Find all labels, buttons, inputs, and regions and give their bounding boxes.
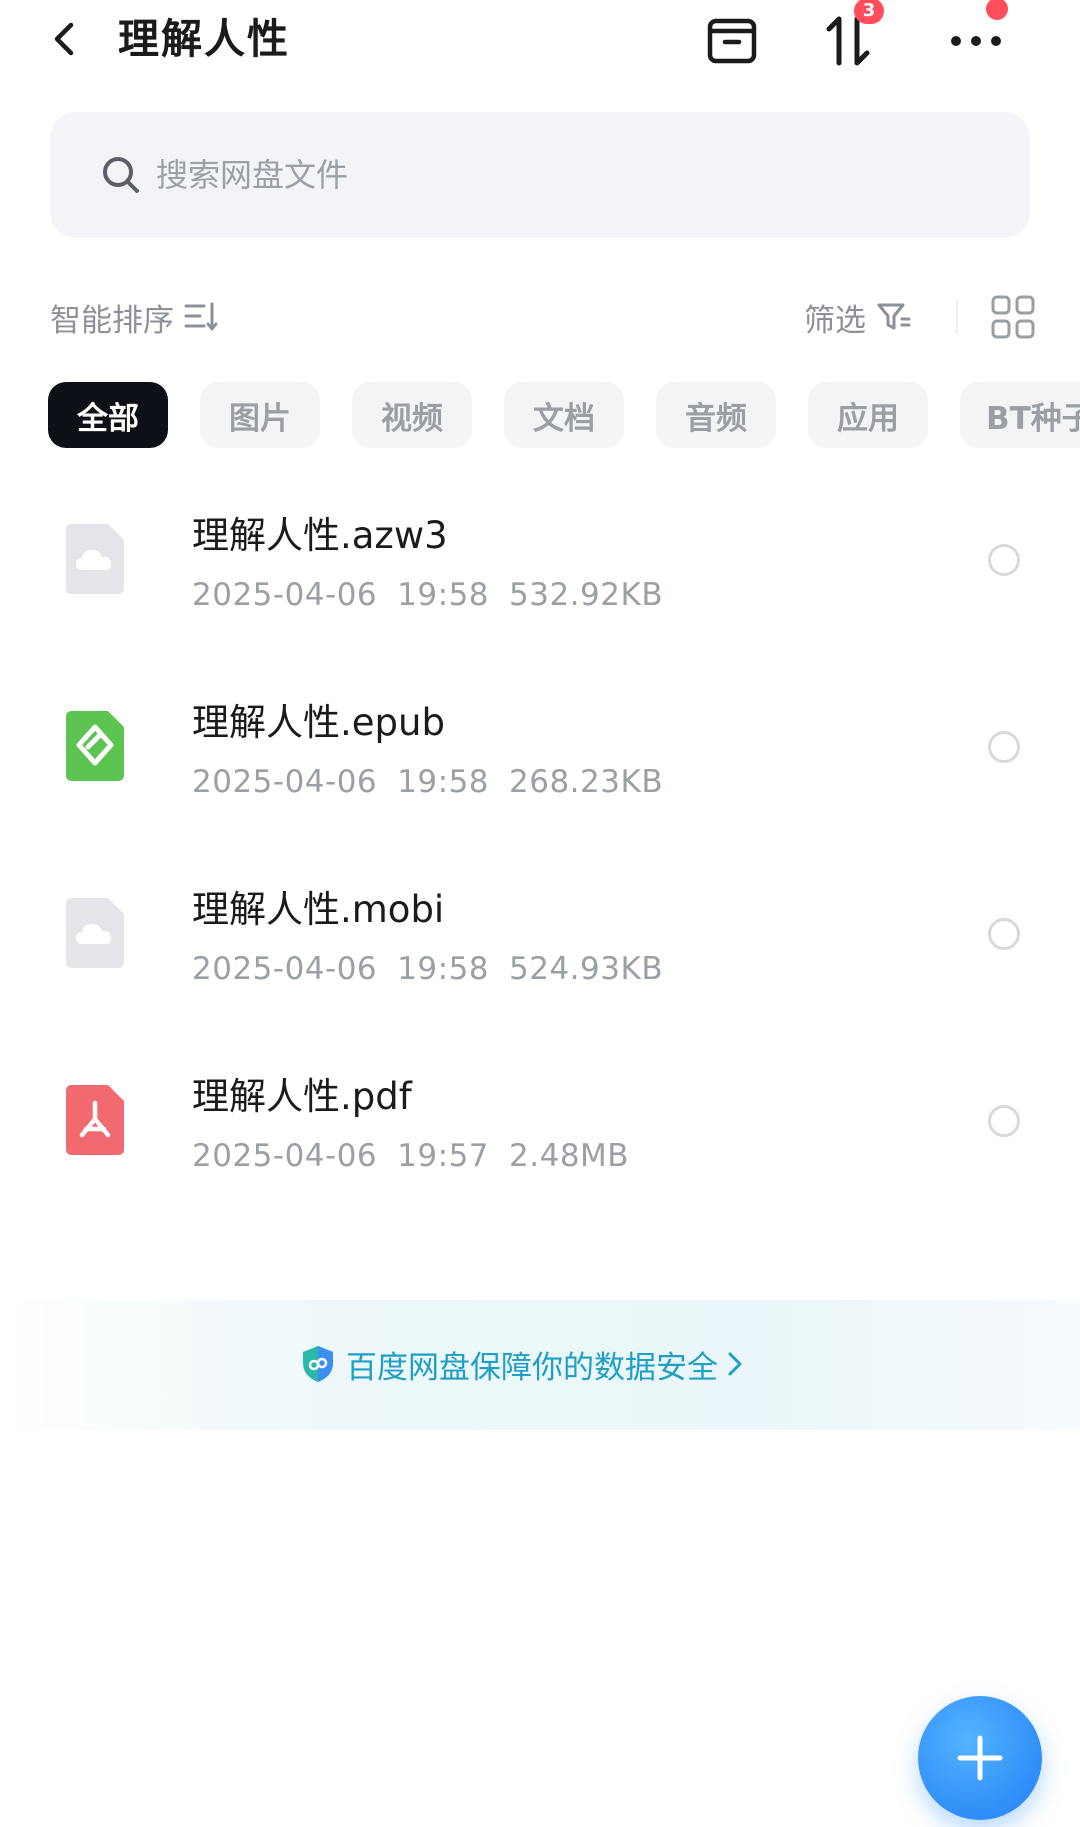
- file-row[interactable]: 理解人性.azw3 2025-04-06 19:58 532.92KB: [0, 490, 1080, 677]
- select-checkbox[interactable]: [988, 1105, 1020, 1137]
- chevron-right-icon: [728, 1352, 742, 1376]
- file-row[interactable]: 理解人性.pdf 2025-04-06 19:57 2.48MB: [0, 1051, 1080, 1238]
- search-icon: [103, 157, 139, 193]
- add-button[interactable]: [918, 1696, 1042, 1820]
- search-bar[interactable]: [50, 112, 1030, 238]
- file-list: 理解人性.azw3 2025-04-06 19:58 532.92KB 理解人性.e…: [0, 490, 1080, 1238]
- file-name: 理解人性.mobi: [192, 888, 445, 931]
- select-checkbox[interactable]: [988, 918, 1020, 950]
- safety-text: 百度网盘保障你的数据安全: [346, 1349, 718, 1386]
- file-time: 19:58: [397, 577, 490, 613]
- file-time: 19:58: [397, 951, 490, 987]
- sort-order-icon: [184, 302, 218, 331]
- archive-box-icon: [707, 18, 757, 64]
- tab-audio[interactable]: 音频: [656, 382, 776, 448]
- transfer-button[interactable]: 3: [818, 0, 884, 70]
- file-date: 2025-04-06: [192, 577, 378, 613]
- file-meta: 2025-04-06 19:57 2.48MB: [192, 1135, 649, 1177]
- filter-button[interactable]: 筛选: [804, 292, 912, 342]
- pdf-file-icon: [66, 1085, 124, 1155]
- more-button[interactable]: [946, 0, 1008, 70]
- notification-dot: [986, 0, 1008, 20]
- file-name: 理解人性.pdf: [192, 1075, 412, 1118]
- select-checkbox[interactable]: [988, 731, 1020, 763]
- file-meta: 2025-04-06 19:58 268.23KB: [192, 761, 683, 803]
- file-name: 理解人性.azw3: [192, 514, 448, 557]
- epub-file-icon: [66, 711, 124, 781]
- file-meta: 2025-04-06 19:58 524.93KB: [192, 948, 683, 990]
- sort-label: 智能排序: [50, 302, 174, 339]
- search-input[interactable]: [156, 156, 976, 194]
- cloud-file-icon: [66, 524, 124, 594]
- file-date: 2025-04-06: [192, 951, 378, 987]
- toolbar-divider: [956, 300, 958, 334]
- more-dots-icon: [951, 36, 1001, 46]
- file-name: 理解人性.epub: [192, 701, 445, 744]
- tab-images[interactable]: 图片: [200, 382, 320, 448]
- file-date: 2025-04-06: [192, 764, 378, 800]
- file-time: 19:58: [397, 764, 490, 800]
- category-tabs: 全部 图片 视频 文档 音频 应用 BT种子: [48, 382, 1080, 448]
- tab-all[interactable]: 全部: [48, 382, 168, 448]
- file-folder-screen: 理解人性 3 搜索网盘文件 智能排序 筛选 全部 图片 视频 文档 音频 应用 …: [0, 0, 1080, 1827]
- plus-icon: [957, 1735, 1003, 1781]
- file-row[interactable]: 理解人性.epub 2025-04-06 19:58 268.23KB: [0, 677, 1080, 864]
- transfer-count-badge: 3: [854, 0, 884, 24]
- sort-filter-row: 智能排序 筛选: [0, 292, 1080, 342]
- archive-button[interactable]: [702, 12, 762, 70]
- filter-label: 筛选: [804, 302, 866, 339]
- file-size: 2.48MB: [509, 1138, 630, 1174]
- select-checkbox[interactable]: [988, 544, 1020, 576]
- file-size: 524.93KB: [509, 951, 664, 987]
- file-row[interactable]: 理解人性.mobi 2025-04-06 19:58 524.93KB: [0, 864, 1080, 1051]
- back-button[interactable]: [42, 14, 86, 64]
- tab-documents[interactable]: 文档: [504, 382, 624, 448]
- top-bar: 理解人性 3: [0, 0, 1080, 90]
- file-meta: 2025-04-06 19:58 532.92KB: [192, 574, 683, 616]
- grid-view-icon[interactable]: [990, 294, 1036, 340]
- chevron-left-icon: [54, 22, 74, 56]
- shield-icon: [303, 1346, 333, 1382]
- smart-sort-button[interactable]: 智能排序: [50, 292, 220, 342]
- tab-apps[interactable]: 应用: [808, 382, 928, 448]
- page-title: 理解人性: [118, 15, 290, 63]
- file-date: 2025-04-06: [192, 1138, 378, 1174]
- tab-videos[interactable]: 视频: [352, 382, 472, 448]
- filter-funnel-icon: [877, 303, 911, 330]
- file-time: 19:57: [397, 1138, 490, 1174]
- data-safety-link[interactable]: 百度网盘保障你的数据安全: [300, 1340, 754, 1388]
- tab-bt-torrents[interactable]: BT种子: [960, 382, 1080, 448]
- file-size: 532.92KB: [509, 577, 664, 613]
- cloud-file-icon: [66, 898, 124, 968]
- file-size: 268.23KB: [509, 764, 664, 800]
